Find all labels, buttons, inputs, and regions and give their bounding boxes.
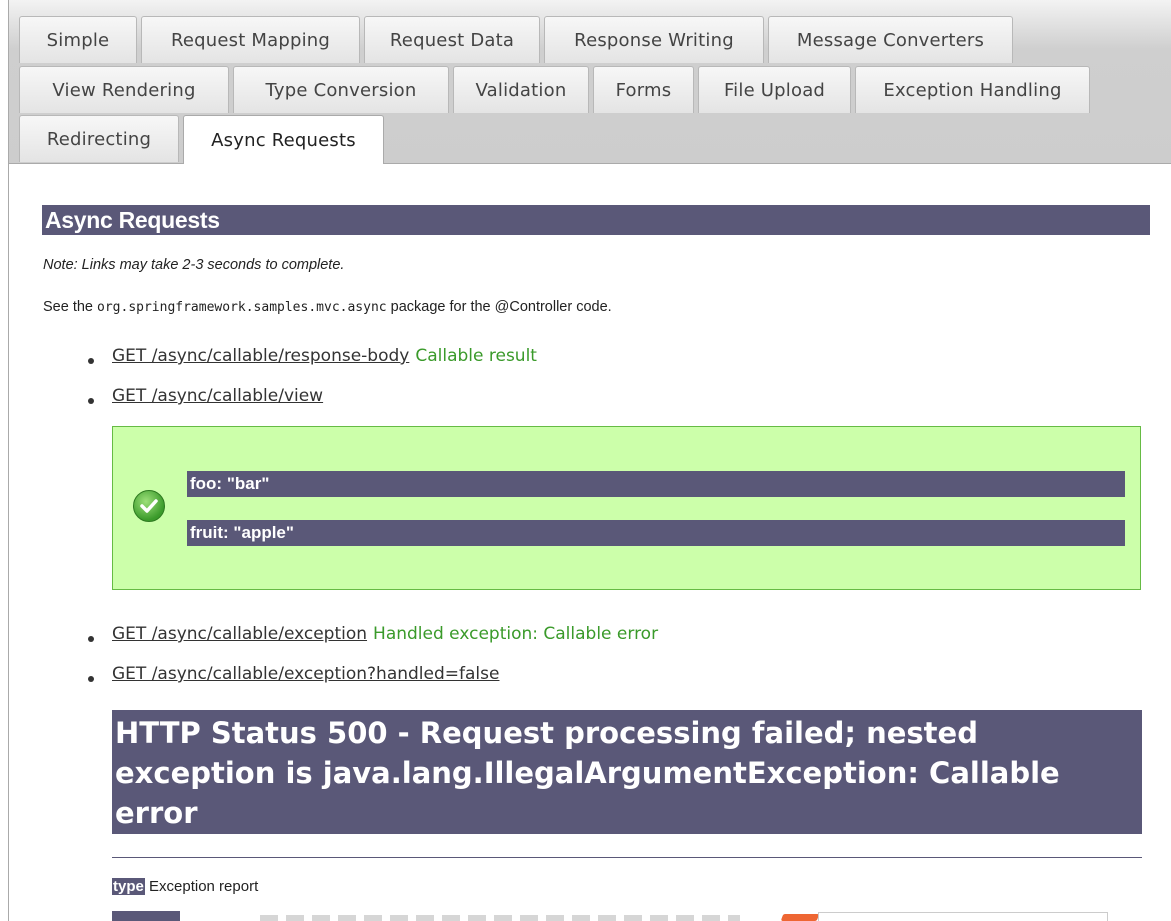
tab-exception-handling[interactable]: Exception Handling — [855, 66, 1090, 113]
list-item: GET /async/callable/view — [112, 386, 323, 406]
callable-exception-link[interactable]: GET /async/callable/exception — [112, 624, 367, 644]
package-hint-suffix: package for the @Controller code. — [386, 299, 612, 315]
cutoff-text — [260, 915, 740, 921]
divider — [112, 857, 1142, 858]
error-type-value: Exception report — [144, 878, 259, 895]
cutoff-box — [818, 912, 1108, 921]
error-heading: HTTP Status 500 - Request processing fai… — [112, 710, 1142, 834]
callable-result-text: Callable result — [415, 346, 537, 366]
callable-view-link[interactable]: GET /async/callable/view — [112, 386, 323, 406]
tab-forms[interactable]: Forms — [593, 66, 694, 113]
note-text: Note: Links may take 2-3 seconds to comp… — [43, 257, 345, 273]
content-border — [8, 164, 9, 921]
callable-exception-unhandled-link[interactable]: GET /async/callable/exception?handled=fa… — [112, 664, 499, 684]
tab-row-2: View Rendering Type Conversion Validatio… — [19, 66, 1094, 114]
package-hint: See the org.springframework.samples.mvc.… — [43, 299, 612, 315]
bullet — [88, 676, 94, 682]
tab-simple[interactable]: Simple — [19, 16, 137, 63]
tab-row-1: Simple Request Mapping Request Data Resp… — [19, 16, 1017, 64]
tab-view-rendering[interactable]: View Rendering — [19, 66, 229, 113]
tab-request-mapping[interactable]: Request Mapping — [141, 16, 360, 63]
cutoff-label — [112, 911, 180, 921]
tab-content: Async Requests Note: Links may take 2-3 … — [0, 164, 1171, 921]
field-fruit: fruit: "apple" — [187, 520, 1125, 546]
view-result-box: foo: "bar" fruit: "apple" — [112, 426, 1141, 590]
tab-file-upload[interactable]: File Upload — [698, 66, 851, 113]
tab-request-data[interactable]: Request Data — [364, 16, 540, 63]
package-hint-prefix: See the — [43, 299, 98, 315]
list-item: GET /async/callable/response-body Callabl… — [112, 346, 537, 366]
field-foo: foo: "bar" — [187, 471, 1125, 497]
error-type-line: type Exception report — [112, 878, 258, 895]
section-title: Async Requests — [42, 205, 1150, 235]
handled-exception-text: Handled exception: Callable error — [373, 624, 659, 644]
checkmark-icon — [133, 490, 165, 522]
package-name: org.springframework.samples.mvc.async — [97, 300, 387, 315]
bullet — [88, 358, 94, 364]
tab-row-3: Redirecting Async Requests — [19, 115, 388, 164]
callable-response-body-link[interactable]: GET /async/callable/response-body — [112, 346, 409, 366]
tab-async-requests[interactable]: Async Requests — [183, 115, 384, 164]
list-item: GET /async/callable/exception Handled exc… — [112, 624, 658, 644]
bullet — [88, 636, 94, 642]
tab-panel: Simple Request Mapping Request Data Resp… — [8, 0, 1171, 164]
bullet — [88, 398, 94, 404]
tab-response-writing[interactable]: Response Writing — [544, 16, 764, 63]
cutoff-marker — [780, 914, 820, 921]
tab-type-conversion[interactable]: Type Conversion — [233, 66, 449, 113]
tab-validation[interactable]: Validation — [453, 66, 589, 113]
tab-message-converters[interactable]: Message Converters — [768, 16, 1013, 63]
error-type-label: type — [112, 878, 145, 895]
tab-redirecting[interactable]: Redirecting — [19, 115, 179, 162]
list-item: GET /async/callable/exception?handled=fa… — [112, 664, 499, 684]
